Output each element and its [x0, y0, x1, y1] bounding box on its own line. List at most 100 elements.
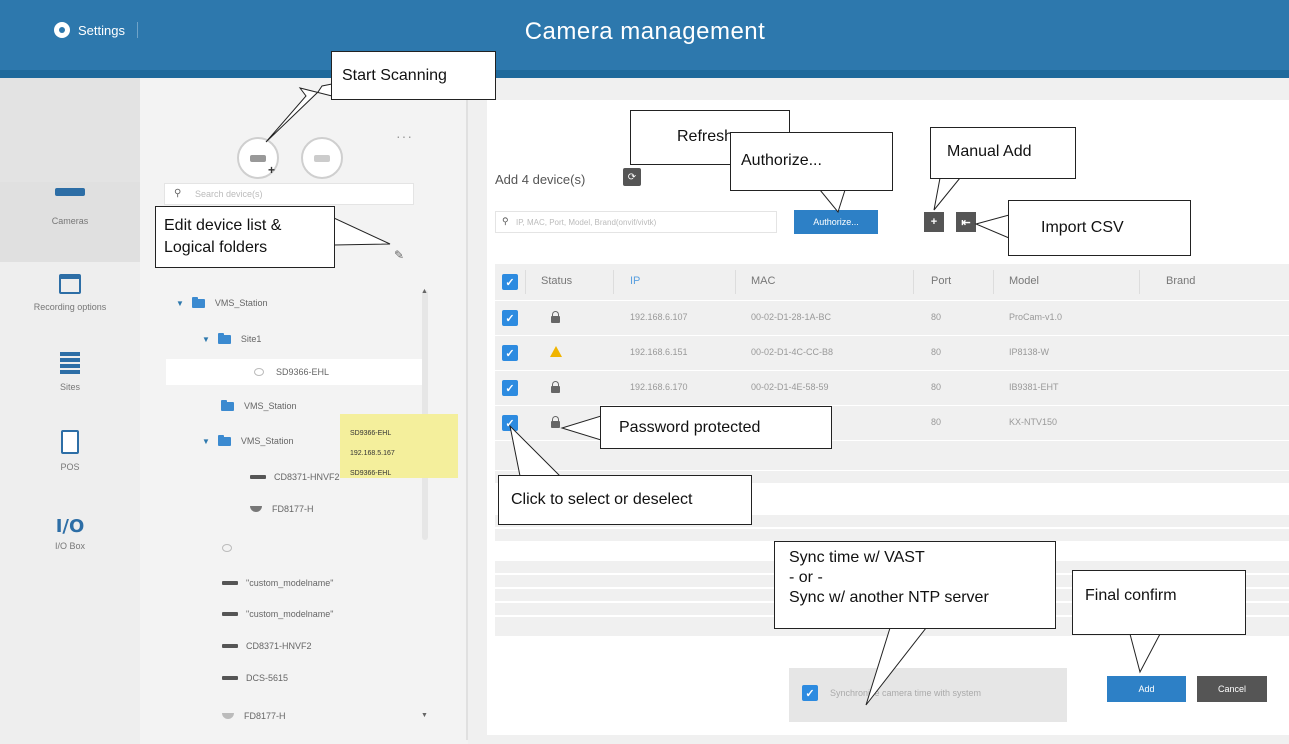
column-mac[interactable]: MAC: [751, 275, 775, 287]
column-divider: [993, 270, 994, 294]
callout-password-protected: Password protected: [600, 406, 832, 449]
device-search-input[interactable]: ⚲ Search device(s): [164, 183, 414, 205]
import-csv-button[interactable]: ⇤: [956, 212, 976, 232]
tree-item-cd8371-2[interactable]: CD8371-HNVF2: [222, 641, 312, 651]
table-row[interactable]: ✓ 192.168.6.170 00-02-D1-4E-58-59 80 IB9…: [495, 370, 1289, 405]
tree-item-label: VMS_Station: [244, 401, 297, 411]
cell-model: ProCam-v1.0: [1009, 312, 1063, 322]
cell-port: 80: [931, 347, 942, 357]
tree-item-vms-station[interactable]: ▼ VMS_Station: [176, 296, 267, 308]
page-title: Camera management: [524, 18, 766, 45]
table-row[interactable]: ✓ 192.168.6.151 00-02-D1-4C-CC-B8 80 IP8…: [495, 335, 1289, 370]
remove-camera-button[interactable]: [301, 137, 343, 179]
nav-item-io-box[interactable]: I/O I/O Box: [0, 498, 140, 578]
camera-icon: [250, 154, 266, 162]
camera-icon: [222, 581, 238, 585]
add-count-label: Add 4 device(s): [495, 172, 586, 187]
folder-icon: [217, 332, 231, 344]
calendar-icon: [59, 274, 81, 294]
authorize-button[interactable]: Authorize...: [794, 210, 878, 234]
pos-icon: [61, 430, 79, 454]
tree-item-custom-1[interactable]: "custom_modelname": [222, 578, 333, 588]
callout-import-csv: Import CSV: [1008, 200, 1191, 256]
cell-model: KX-NTV150: [1009, 417, 1058, 427]
callout-click-select: Click to select or deselect: [498, 475, 752, 525]
edit-pencil-icon[interactable]: ✎: [394, 248, 404, 262]
tree-item-label: CD8371-HNVF2: [274, 472, 340, 482]
left-nav: Cameras Recording options Sites POS I/O …: [0, 78, 140, 744]
search-icon: ⚲: [174, 188, 182, 199]
refresh-button[interactable]: ⟳: [623, 168, 641, 186]
lock-icon: [551, 416, 560, 428]
nav-item-cameras[interactable]: Cameras: [0, 182, 140, 262]
lock-icon: [551, 381, 560, 393]
start-scan-button[interactable]: +: [237, 137, 279, 179]
tree-item-label: VMS_Station: [240, 436, 294, 446]
row-checkbox[interactable]: ✓: [502, 415, 518, 431]
warning-icon: [550, 346, 562, 357]
callout-authorize: Authorize...: [730, 132, 893, 191]
tree-item-fd8177[interactable]: FD8177-H: [250, 504, 314, 514]
nav-item-sites[interactable]: Sites: [0, 342, 140, 422]
scroll-down-icon[interactable]: ▼: [421, 712, 428, 719]
callout-manual-add: Manual Add: [930, 127, 1076, 179]
tree-item-dcs5615[interactable]: DCS-5615: [222, 673, 288, 683]
cell-ip: 192.168.6.170: [630, 382, 688, 392]
filter-search-input[interactable]: ⚲ IP, MAC, Port, Model, Brand(onvif/vivt…: [495, 211, 777, 233]
add-button[interactable]: Add: [1107, 676, 1186, 702]
cell-model: IB9381-EHT: [1009, 382, 1059, 392]
row-checkbox[interactable]: ✓: [502, 310, 518, 326]
callout-final-confirm: Final confirm: [1072, 570, 1246, 635]
camera-icon: [314, 154, 330, 162]
dome-camera-icon: [250, 506, 262, 512]
nav-item-pos[interactable]: POS: [0, 418, 140, 498]
plus-icon: +: [267, 163, 275, 177]
column-divider: [735, 270, 736, 294]
tree-item-label: CD8371-HNVF2: [246, 641, 312, 651]
column-port[interactable]: Port: [931, 275, 951, 287]
search-icon: ⚲: [502, 216, 509, 226]
tree-item-fd8177-2[interactable]: FD8177-H: [222, 711, 286, 721]
cancel-button[interactable]: Cancel: [1197, 676, 1267, 702]
column-divider: [913, 270, 914, 294]
device-search-placeholder: Search device(s): [195, 189, 263, 199]
column-ip[interactable]: IP: [630, 275, 640, 287]
callout-edit-device-list: Edit device list & Logical folders: [155, 206, 335, 268]
nav-label-pos: POS: [60, 462, 80, 472]
lock-icon: [551, 311, 560, 323]
nav-label-io: I/O Box: [54, 541, 85, 551]
tree-item-custom-2[interactable]: "custom_modelname": [222, 609, 333, 619]
select-all-checkbox[interactable]: ✓: [502, 274, 518, 290]
tree-item-vms-station-2[interactable]: VMS_Station: [221, 399, 297, 411]
callout-sync-line-2: - or -: [789, 569, 823, 586]
caret-down-icon: ▼: [202, 436, 210, 446]
plus-icon: +: [930, 216, 938, 228]
camera-icon: [250, 475, 266, 479]
column-status[interactable]: Status: [541, 275, 572, 287]
tree-item-sd9366-ehl[interactable]: SD9366-EHL: [166, 359, 422, 385]
column-brand[interactable]: Brand: [1166, 275, 1195, 287]
cell-port: 80: [931, 312, 942, 322]
sync-time-checkbox[interactable]: ✓: [802, 685, 818, 701]
camera-icon: [222, 612, 238, 616]
tree-item-site1[interactable]: ▼ Site1: [202, 332, 261, 344]
table-row[interactable]: ✓ 192.168.6.107 00-02-D1-28-1A-BC 80 Pro…: [495, 300, 1289, 335]
cell-ip: 192.168.6.107: [630, 312, 688, 322]
row-checkbox[interactable]: ✓: [502, 380, 518, 396]
tooltip-line: SD9366-EHL: [350, 470, 392, 477]
column-model[interactable]: Model: [1009, 275, 1039, 287]
callout-start-scanning: Start Scanning: [331, 51, 496, 100]
tree-item-cd8371[interactable]: CD8371-HNVF2: [250, 472, 340, 482]
tree-item-unnamed[interactable]: [222, 544, 244, 552]
scroll-up-icon[interactable]: ▲: [421, 288, 428, 295]
tree-item-vms-station-3[interactable]: ▼ VMS_Station: [202, 434, 294, 446]
column-divider: [1139, 270, 1140, 294]
tree-item-label: DCS-5615: [246, 673, 289, 683]
row-checkbox[interactable]: ✓: [502, 345, 518, 361]
tree-item-label: FD8177-H: [244, 711, 286, 721]
app-header: Settings Camera management: [0, 0, 1289, 78]
nav-item-recording-options[interactable]: Recording options: [0, 262, 140, 342]
more-options-button[interactable]: ···: [396, 128, 413, 144]
manual-add-button[interactable]: +: [924, 212, 944, 232]
camera-icon: [55, 188, 85, 196]
